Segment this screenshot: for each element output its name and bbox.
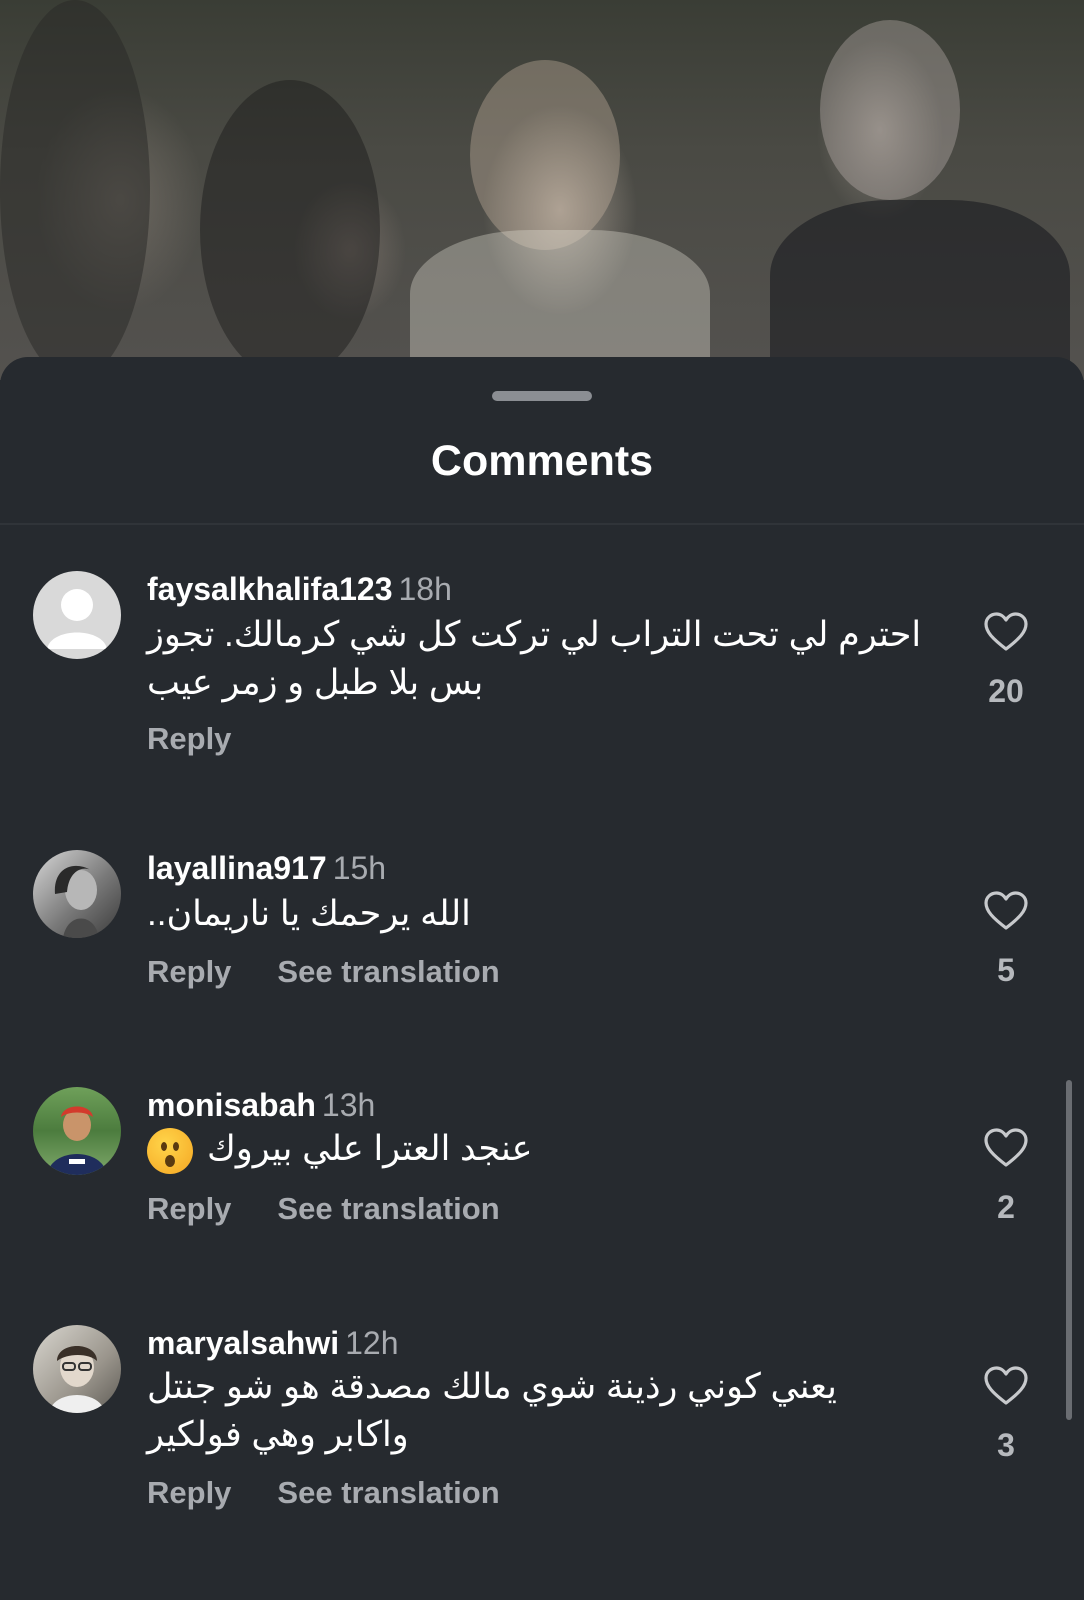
like-control: 2 — [974, 1127, 1038, 1226]
comment-text: يعني كوني رذينة شوي مالك مصدقة هو شو جنت… — [147, 1367, 837, 1454]
timestamp: 15h — [332, 850, 387, 886]
comment-meta: monisabah 13h — [147, 1087, 375, 1124]
heart-icon[interactable] — [983, 1127, 1029, 1169]
see-translation-button[interactable]: See translation — [277, 954, 499, 990]
comment-text-body: عنجد العترا علي بيروك — [207, 1129, 533, 1168]
heart-icon[interactable] — [983, 1365, 1029, 1407]
surprised-face-emoji — [147, 1127, 193, 1174]
drag-handle[interactable] — [492, 391, 592, 401]
username[interactable]: monisabah — [147, 1087, 316, 1123]
reply-button[interactable]: Reply — [147, 1475, 231, 1511]
comment-actions: Reply See translation — [147, 1475, 500, 1511]
see-translation-button[interactable]: See translation — [277, 1191, 499, 1227]
avatar[interactable] — [33, 571, 121, 659]
timestamp: 13h — [321, 1087, 376, 1123]
sheet-title: Comments — [430, 437, 654, 485]
like-control: 3 — [974, 1365, 1038, 1464]
like-control: 5 — [974, 890, 1038, 989]
username[interactable]: maryalsahwi — [147, 1325, 339, 1361]
comment-meta: layallina917 15h — [147, 850, 386, 887]
reply-button[interactable]: Reply — [147, 1191, 231, 1227]
like-count: 2 — [997, 1189, 1015, 1225]
comment-text: احترم لي تحت التراب لي تركت كل شي كرمالك… — [147, 615, 922, 702]
scrollbar[interactable] — [1066, 1080, 1072, 1420]
like-control: 20 — [974, 611, 1038, 710]
avatar[interactable] — [33, 850, 121, 938]
comment-text: الله يرحمك يا ناريمان.. — [147, 894, 471, 933]
video-background — [0, 0, 1084, 390]
heart-icon[interactable] — [983, 890, 1029, 932]
like-count: 5 — [997, 952, 1015, 988]
username[interactable]: layallina917 — [147, 850, 327, 886]
comment-actions: Reply — [147, 721, 231, 757]
photo-avatar-icon — [54, 865, 99, 938]
reply-button[interactable]: Reply — [147, 721, 231, 757]
avatar[interactable] — [33, 1325, 121, 1413]
like-count: 20 — [988, 673, 1024, 709]
avatar[interactable] — [33, 1087, 121, 1175]
photo-avatar-icon — [47, 1106, 107, 1175]
photo-avatar-icon — [49, 1346, 105, 1413]
see-translation-button[interactable]: See translation — [277, 1475, 499, 1511]
comment-meta: maryalsahwi 12h — [147, 1325, 399, 1362]
comment-actions: Reply See translation — [147, 1191, 500, 1227]
divider — [0, 523, 1084, 525]
timestamp: 12h — [345, 1325, 399, 1361]
timestamp: 18h — [398, 571, 452, 607]
username[interactable]: faysalkhalifa123 — [147, 571, 393, 607]
reply-button[interactable]: Reply — [147, 954, 231, 990]
comment-text: عنجد العترا علي بيروك — [147, 1125, 547, 1174]
like-count: 3 — [997, 1427, 1015, 1463]
default-avatar-icon — [47, 589, 107, 649]
comments-sheet: Comments faysalkhalifa123 18h احترم لي تح… — [0, 357, 1084, 1600]
heart-icon[interactable] — [983, 611, 1029, 653]
comment-actions: Reply See translation — [147, 954, 500, 990]
comment-meta: faysalkhalifa123 18h — [147, 571, 452, 608]
